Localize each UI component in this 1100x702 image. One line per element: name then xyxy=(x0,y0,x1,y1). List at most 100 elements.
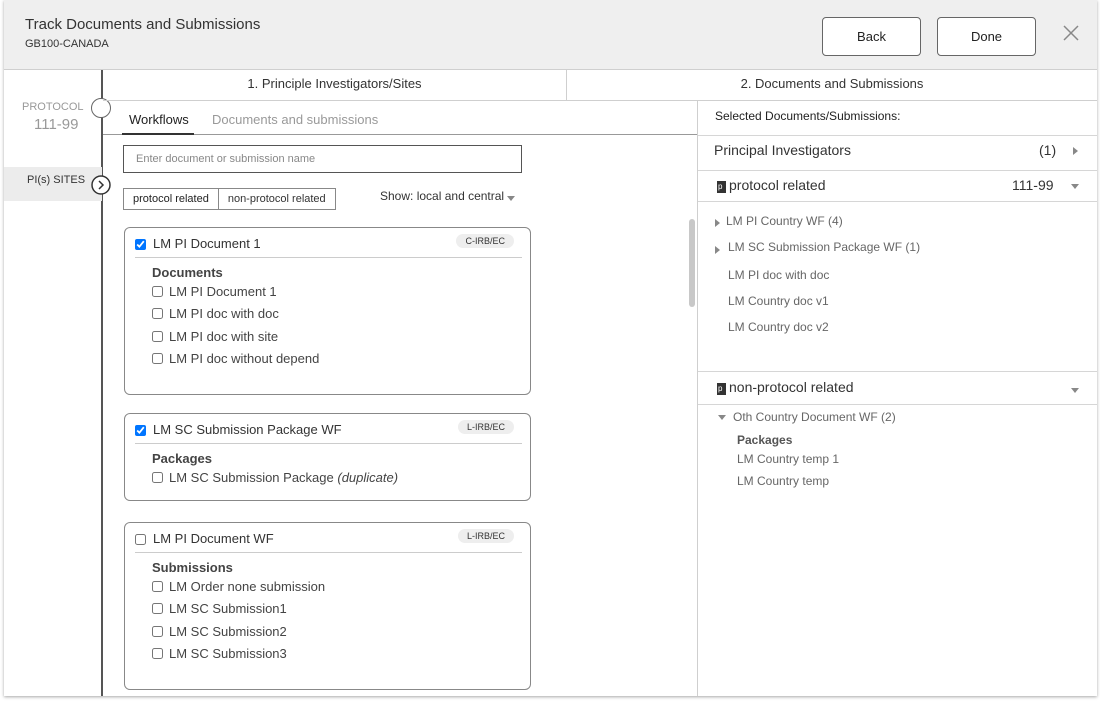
pi-sites-label: PI(s) SITES xyxy=(27,174,86,186)
done-button[interactable]: Done xyxy=(937,17,1036,56)
chevron-down-icon[interactable] xyxy=(1071,388,1079,393)
progress-rail xyxy=(4,70,102,696)
list-item[interactable]: LM SC Submission3 xyxy=(152,646,287,661)
item-label: LM PI doc with site xyxy=(169,329,279,344)
dialog-window: Track Documents and Submissions GB100-CA… xyxy=(4,0,1097,696)
selected-header: Selected Documents/Submissions: xyxy=(715,109,901,123)
list-item: LM Country temp xyxy=(737,474,830,488)
item-checkbox[interactable] xyxy=(152,286,163,297)
item-checkbox[interactable] xyxy=(152,308,163,319)
item-checkbox[interactable] xyxy=(152,353,163,364)
active-tab-indicator xyxy=(122,133,194,135)
section-title: Packages xyxy=(737,433,793,447)
item-label: LM PI doc without depend xyxy=(169,351,320,366)
list-item[interactable]: LM SC Submission2 xyxy=(152,624,287,639)
step-tabs: 1. Principle Investigators/Sites 2. Docu… xyxy=(103,70,1097,101)
card-title: LM SC Submission Package WF xyxy=(153,422,342,437)
divider xyxy=(698,170,1097,171)
document-icon xyxy=(717,383,726,395)
item-checkbox[interactable] xyxy=(152,331,163,342)
protocol-related-label: protocol related xyxy=(729,177,826,193)
divider xyxy=(698,404,1097,405)
expand-right-icon[interactable] xyxy=(715,246,720,254)
tab-documents-and-submissions[interactable]: Documents and submissions xyxy=(212,112,378,127)
item-checkbox[interactable] xyxy=(152,581,163,592)
expand-right-icon[interactable] xyxy=(715,219,720,227)
card-header: LM PI Document 1 C-IRB/EC xyxy=(135,234,522,258)
protocol-value: 111-99 xyxy=(34,116,79,133)
card-section-title: Submissions xyxy=(152,560,233,575)
list-item[interactable]: LM PI doc with site xyxy=(152,329,278,344)
toggle-non-protocol-related[interactable]: non-protocol related xyxy=(219,189,335,209)
close-icon[interactable] xyxy=(1060,22,1082,44)
list-item: LM Country doc v1 xyxy=(728,294,829,308)
selected-pane: Selected Documents/Submissions: Principa… xyxy=(698,101,1097,696)
protocol-label: PROTOCOL xyxy=(22,101,84,113)
protocol-related-value: 111-99 xyxy=(1012,177,1054,193)
list-item[interactable]: LM SC Submission1 xyxy=(152,601,287,616)
subtabs: Workflows Documents and submissions xyxy=(103,101,697,135)
card-checkbox[interactable] xyxy=(135,534,146,545)
card-checkbox[interactable] xyxy=(135,425,146,436)
item-checkbox[interactable] xyxy=(152,603,163,614)
item-label: LM Order none submission xyxy=(169,579,326,594)
card-header: LM SC Submission Package WF L-IRB/EC xyxy=(135,420,522,444)
list-item: LM Country doc v2 xyxy=(728,320,829,334)
item-label: LM SC Submission1 xyxy=(169,601,287,616)
card-header: LM PI Document WF L-IRB/EC xyxy=(135,529,522,553)
card-section-title: Documents xyxy=(152,265,223,280)
tab-step-2[interactable]: 2. Documents and Submissions xyxy=(567,70,1097,101)
duplicate-note: (duplicate) xyxy=(337,470,399,485)
item-checkbox[interactable] xyxy=(152,626,163,637)
divider xyxy=(698,135,1097,136)
divider xyxy=(698,371,1097,372)
search-input[interactable] xyxy=(123,145,522,173)
list-item: LM PI doc with doc xyxy=(728,268,830,282)
list-item: LM Country temp 1 xyxy=(737,452,840,466)
show-filter[interactable]: Show: local and central xyxy=(380,189,516,203)
list-item[interactable]: LM Order none submission xyxy=(152,579,325,594)
list-item[interactable]: LM PI doc with doc xyxy=(152,306,279,321)
card-title: LM PI Document WF xyxy=(153,531,274,546)
relation-toggle: protocol related non-protocol related xyxy=(123,188,336,210)
item-label: LM SC Submission2 xyxy=(169,624,287,639)
workflow-card: LM PI Document 1 C-IRB/EC Documents LM P… xyxy=(124,227,531,395)
show-value: local and central xyxy=(416,189,505,203)
dialog-header: Track Documents and Submissions GB100-CA… xyxy=(4,0,1097,70)
document-icon xyxy=(717,181,726,193)
tree-group[interactable]: LM PI Country WF (4) xyxy=(726,214,843,228)
non-protocol-related-label: non-protocol related xyxy=(729,379,854,395)
list-item[interactable]: LM SC Submission Package (duplicate) xyxy=(152,470,398,485)
expand-right-icon[interactable] xyxy=(1073,147,1078,155)
item-checkbox[interactable] xyxy=(152,648,163,659)
chevron-down-icon[interactable] xyxy=(718,415,726,420)
item-label: LM PI doc with doc xyxy=(169,306,279,321)
item-label: LM SC Submission3 xyxy=(169,646,287,661)
list-item[interactable]: LM PI doc without depend xyxy=(152,351,319,366)
show-label: Show: xyxy=(380,189,414,203)
card-checkbox[interactable] xyxy=(135,239,146,250)
irb-badge: C-IRB/EC xyxy=(456,234,514,248)
irb-badge: L-IRB/EC xyxy=(457,420,514,434)
tree-group[interactable]: LM SC Submission Package WF (1) xyxy=(728,240,920,254)
back-button[interactable]: Back xyxy=(822,17,921,56)
item-checkbox[interactable] xyxy=(152,472,163,483)
toggle-protocol-related[interactable]: protocol related xyxy=(124,189,219,209)
item-label: LM SC Submission Package xyxy=(169,470,334,485)
tab-step-1[interactable]: 1. Principle Investigators/Sites xyxy=(103,70,567,101)
list-item[interactable]: LM PI Document 1 xyxy=(152,284,277,299)
tab-workflows[interactable]: Workflows xyxy=(129,112,189,127)
chevron-down-icon xyxy=(507,196,516,202)
workflow-card: LM PI Document WF L-IRB/EC Submissions L… xyxy=(124,522,531,690)
pi-row-count: (1) xyxy=(1039,142,1057,158)
workflow-card: LM SC Submission Package WF L-IRB/EC Pac… xyxy=(124,413,531,501)
card-section-title: Packages xyxy=(152,451,212,466)
card-title: LM PI Document 1 xyxy=(153,236,261,251)
workflows-pane: Workflows Documents and submissions prot… xyxy=(103,101,697,696)
pi-row-label: Principal Investigators xyxy=(714,142,851,158)
tree-group[interactable]: Oth Country Document WF (2) xyxy=(733,410,896,424)
irb-badge: L-IRB/EC xyxy=(457,529,514,543)
divider xyxy=(698,201,1097,202)
chevron-down-icon[interactable] xyxy=(1071,184,1079,189)
scrollbar[interactable] xyxy=(689,219,695,307)
